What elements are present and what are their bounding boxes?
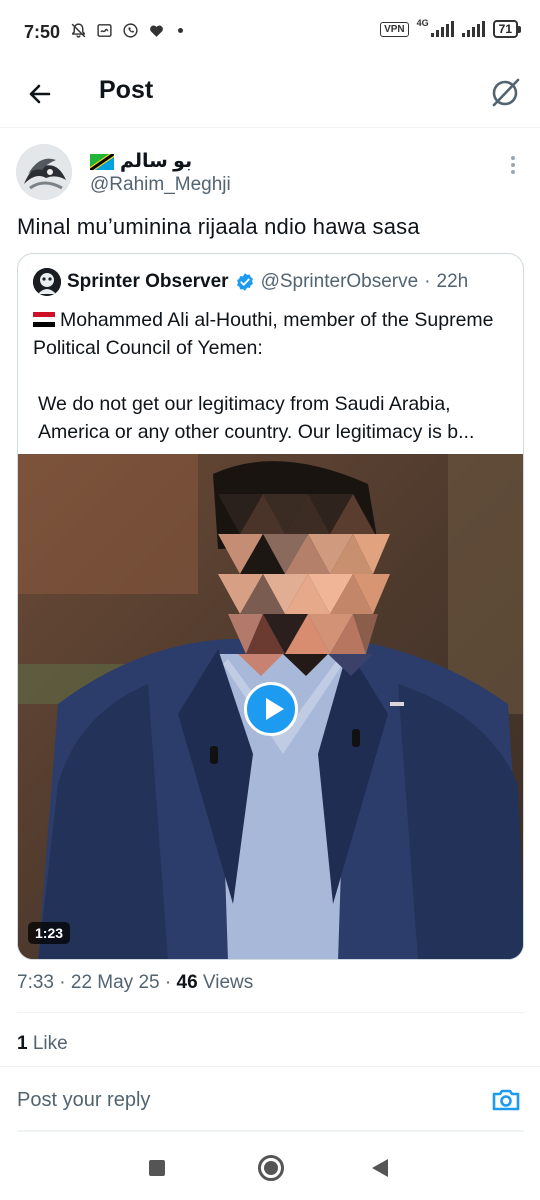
post-text: Minal mu’uminina rijaala ndio hawa sasa — [17, 214, 420, 239]
signal-icon-2 — [461, 21, 485, 37]
heart-icon — [148, 22, 165, 39]
video-player[interactable]: 1:23 — [18, 454, 523, 959]
quoted-separator: · — [424, 271, 431, 292]
more-dots-icon — [511, 156, 515, 160]
arrow-left-icon — [29, 84, 51, 104]
status-bar: 7:50 VPN 4G 71 — [0, 0, 540, 62]
camera-button[interactable] — [490, 1084, 522, 1116]
notification-icons — [70, 22, 183, 39]
views-count: 46 — [176, 972, 198, 993]
quoted-post[interactable]: Sprinter Observer @SprinterObserve · 22h… — [17, 253, 524, 960]
page-title: Post — [99, 76, 154, 104]
whatsapp-icon — [122, 22, 139, 39]
quoted-post-age: 22h — [436, 271, 469, 292]
post-meta: 7:33 · 22 May 25 · 46 Views — [17, 972, 254, 993]
system-back-button[interactable] — [372, 1159, 388, 1177]
signal-icon — [430, 21, 454, 37]
more-options-button[interactable] — [508, 156, 518, 178]
home-button[interactable] — [258, 1155, 284, 1181]
back-button[interactable] — [22, 76, 58, 112]
post-time: 7:33 — [17, 972, 54, 993]
recent-apps-button[interactable] — [149, 1160, 165, 1176]
video-duration: 1:23 — [28, 922, 71, 944]
quoted-post-header: Sprinter Observer @SprinterObserve · 22h — [33, 268, 468, 296]
quoted-author-handle: @SprinterObserve — [260, 271, 419, 292]
likes-label: Like — [32, 1033, 68, 1054]
divider — [0, 1066, 540, 1067]
more-notifications-dot — [178, 28, 183, 33]
status-right: VPN 4G 71 — [380, 18, 522, 38]
network-type: 4G — [416, 18, 429, 28]
status-time: 7:50 — [24, 22, 61, 42]
app-header: Post — [0, 62, 540, 128]
grok-button[interactable] — [488, 74, 524, 110]
grok-icon — [492, 78, 520, 107]
post-date: 22 May 25 — [70, 972, 160, 993]
quoted-text-line-1: Mohammed Ali al-Houthi, member of the Su… — [33, 309, 494, 359]
quoted-text-line-2: We do not get our legitimacy from Saudi … — [38, 393, 475, 443]
author-handle[interactable]: @Rahim_Meghji — [90, 174, 231, 196]
tanzania-flag-icon — [90, 153, 114, 170]
vpn-badge: VPN — [380, 21, 409, 37]
quoted-post-text: Mohammed Ali al-Houthi, member of the Su… — [33, 306, 511, 446]
verified-badge-icon — [235, 272, 255, 292]
likes-count: 1 — [17, 1033, 28, 1054]
divider — [17, 1012, 524, 1013]
system-nav-bar — [0, 1136, 540, 1200]
author-name-row[interactable]: بو سالم — [90, 150, 192, 173]
quoted-avatar[interactable] — [33, 268, 61, 296]
app-notification-icon — [96, 22, 113, 39]
camera-icon — [492, 1089, 520, 1111]
author-name: بو سالم — [120, 151, 193, 172]
play-button[interactable] — [244, 682, 298, 736]
notifications-off-icon — [70, 22, 87, 39]
avatar[interactable] — [16, 144, 72, 200]
reply-input[interactable]: Post your reply — [17, 1089, 150, 1112]
likes-stat[interactable]: 1 Like — [17, 1033, 68, 1055]
quoted-author-name: Sprinter Observer — [67, 271, 229, 292]
avatar-image — [16, 144, 72, 200]
reply-underline — [17, 1130, 524, 1132]
views-label: Views — [202, 972, 254, 993]
yemen-flag-icon — [33, 307, 55, 327]
battery-indicator: 71 — [492, 20, 522, 38]
